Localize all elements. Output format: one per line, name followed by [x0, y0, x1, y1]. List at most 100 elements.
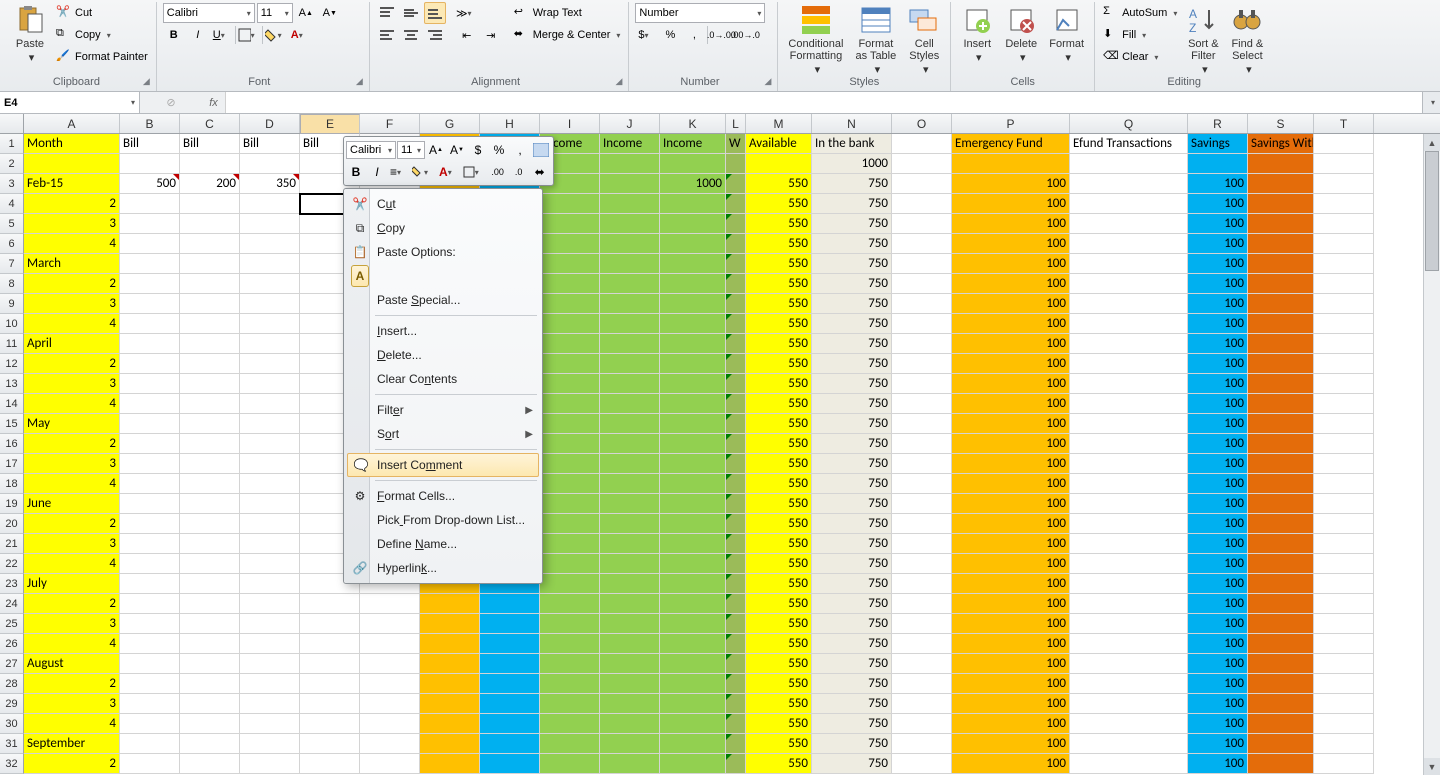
cell-H27[interactable] [480, 654, 540, 674]
cell-J8[interactable] [600, 274, 660, 294]
cell-O31[interactable] [892, 734, 952, 754]
cell-C9[interactable] [180, 294, 240, 314]
cell-H25[interactable] [480, 614, 540, 634]
cell-M2[interactable] [746, 154, 812, 174]
ctx-paste-option[interactable]: A [347, 264, 539, 288]
cell-J27[interactable] [600, 654, 660, 674]
cell-S13[interactable] [1248, 374, 1314, 394]
cell-A24[interactable]: 2 [24, 594, 120, 614]
cut-button[interactable]: ✂️Cut [54, 2, 150, 24]
cell-K10[interactable] [660, 314, 726, 334]
cell-A17[interactable]: 3 [24, 454, 120, 474]
cell-O28[interactable] [892, 674, 952, 694]
cell-L16[interactable] [726, 434, 746, 454]
cell-P22[interactable]: 100 [952, 554, 1070, 574]
cell-H31[interactable] [480, 734, 540, 754]
cell-I30[interactable] [540, 714, 600, 734]
cell-C25[interactable] [180, 614, 240, 634]
cell-N5[interactable]: 750 [812, 214, 892, 234]
cell-N16[interactable]: 750 [812, 434, 892, 454]
cell-C17[interactable] [180, 454, 240, 474]
cell-D4[interactable] [240, 194, 300, 214]
cell-K29[interactable] [660, 694, 726, 714]
cell-M13[interactable]: 550 [746, 374, 812, 394]
cell-R12[interactable]: 100 [1188, 354, 1248, 374]
cell-N21[interactable]: 750 [812, 534, 892, 554]
cell-Q28[interactable] [1070, 674, 1188, 694]
cell-C27[interactable] [180, 654, 240, 674]
cell-L19[interactable] [726, 494, 746, 514]
cell-I13[interactable] [540, 374, 600, 394]
cell-K23[interactable] [660, 574, 726, 594]
col-header-K[interactable]: K [660, 114, 726, 133]
cell-A29[interactable]: 3 [24, 694, 120, 714]
cell-T11[interactable] [1314, 334, 1374, 354]
cell-Q16[interactable] [1070, 434, 1188, 454]
cell-P18[interactable]: 100 [952, 474, 1070, 494]
cell-D8[interactable] [240, 274, 300, 294]
cell-R20[interactable]: 100 [1188, 514, 1248, 534]
cell-J29[interactable] [600, 694, 660, 714]
cell-O11[interactable] [892, 334, 952, 354]
cell-Q10[interactable] [1070, 314, 1188, 334]
cell-A7[interactable]: March [24, 254, 120, 274]
cell-S8[interactable] [1248, 274, 1314, 294]
cell-D16[interactable] [240, 434, 300, 454]
cell-P8[interactable]: 100 [952, 274, 1070, 294]
cell-D9[interactable] [240, 294, 300, 314]
col-header-J[interactable]: J [600, 114, 660, 133]
cell-L20[interactable] [726, 514, 746, 534]
cell-C26[interactable] [180, 634, 240, 654]
cell-A20[interactable]: 2 [24, 514, 120, 534]
cell-S12[interactable] [1248, 354, 1314, 374]
cell-O18[interactable] [892, 474, 952, 494]
cell-Q17[interactable] [1070, 454, 1188, 474]
cell-K26[interactable] [660, 634, 726, 654]
format-painter-button[interactable]: 🖌️Format Painter [54, 46, 150, 68]
cell-J16[interactable] [600, 434, 660, 454]
format-button[interactable]: Format▾ [1045, 2, 1088, 66]
insert-button[interactable]: Insert▾ [957, 2, 997, 66]
dialog-launcher-icon[interactable]: ◢ [765, 76, 772, 87]
cell-Q2[interactable] [1070, 154, 1188, 174]
cell-L32[interactable] [726, 754, 746, 774]
cell-A9[interactable]: 3 [24, 294, 120, 314]
cell-D7[interactable] [240, 254, 300, 274]
scroll-thumb[interactable] [1425, 151, 1439, 271]
cell-H32[interactable] [480, 754, 540, 774]
cell-T23[interactable] [1314, 574, 1374, 594]
cell-L8[interactable] [726, 274, 746, 294]
cell-S22[interactable] [1248, 554, 1314, 574]
cell-O25[interactable] [892, 614, 952, 634]
cell-I19[interactable] [540, 494, 600, 514]
mini-percent[interactable]: % [489, 140, 509, 160]
cell-P6[interactable]: 100 [952, 234, 1070, 254]
cell-A30[interactable]: 4 [24, 714, 120, 734]
col-header-P[interactable]: P [952, 114, 1070, 133]
cell-P2[interactable] [952, 154, 1070, 174]
cell-N24[interactable]: 750 [812, 594, 892, 614]
ctx-delete-[interactable]: Delete... [347, 343, 539, 367]
cell-T26[interactable] [1314, 634, 1374, 654]
ctx-sort[interactable]: Sort▶ [347, 422, 539, 446]
cell-P4[interactable]: 100 [952, 194, 1070, 214]
cell-C19[interactable] [180, 494, 240, 514]
cell-J1[interactable]: Income [600, 134, 660, 154]
cell-E25[interactable] [300, 614, 360, 634]
cell-D15[interactable] [240, 414, 300, 434]
shrink-font-button[interactable]: A▼ [319, 2, 341, 24]
col-header-S[interactable]: S [1248, 114, 1314, 133]
cell-S17[interactable] [1248, 454, 1314, 474]
cell-L25[interactable] [726, 614, 746, 634]
cell-F26[interactable] [360, 634, 420, 654]
cell-N22[interactable]: 750 [812, 554, 892, 574]
cell-P11[interactable]: 100 [952, 334, 1070, 354]
cell-J22[interactable] [600, 554, 660, 574]
cell-G27[interactable] [420, 654, 480, 674]
cell-A23[interactable]: July [24, 574, 120, 594]
cell-M22[interactable]: 550 [746, 554, 812, 574]
cell-M5[interactable]: 550 [746, 214, 812, 234]
dec-decimal-button[interactable]: .00→.0 [734, 24, 756, 46]
ctx-paste-special-[interactable]: Paste Special... [347, 288, 539, 312]
cell-D20[interactable] [240, 514, 300, 534]
